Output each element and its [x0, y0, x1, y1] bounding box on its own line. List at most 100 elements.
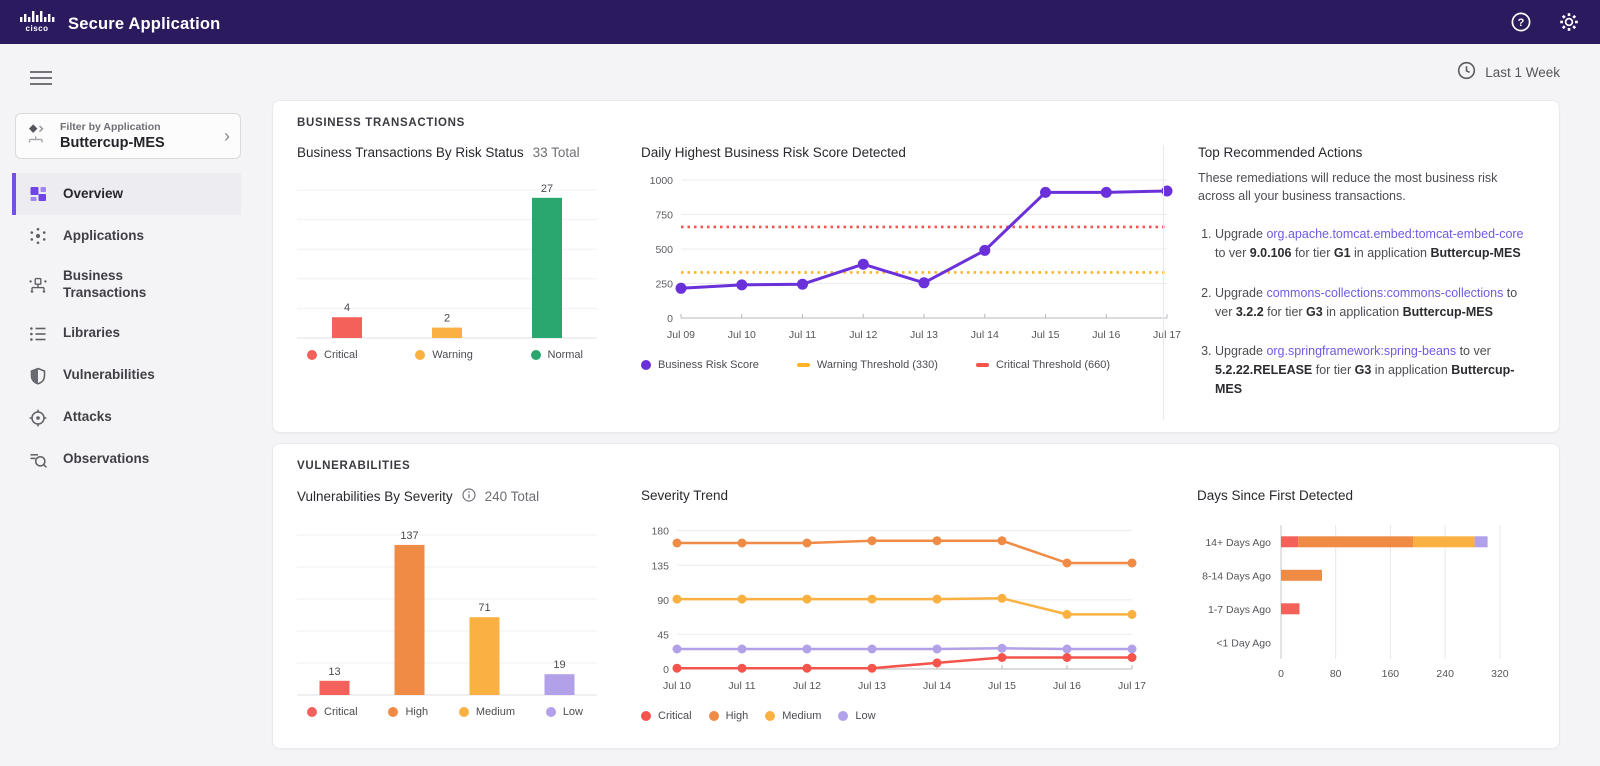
risk-score-line-chart: 02505007501000Jul 09Jul 10Jul 11Jul 12Ju…	[641, 172, 1149, 350]
svg-text:<1 Day Ago: <1 Day Ago	[1216, 637, 1271, 649]
point-business-risk-score[interactable]	[736, 279, 747, 290]
legend-item-business-risk-score[interactable]: Business Risk Score	[641, 359, 759, 371]
legend-item-warning[interactable]: Warning	[415, 349, 473, 361]
point-critical[interactable]	[933, 658, 942, 667]
legend-item-normal[interactable]: Normal	[531, 349, 583, 361]
legend-item-low[interactable]: Low	[838, 710, 875, 722]
legend-item-high[interactable]: High	[388, 706, 428, 718]
point-high[interactable]	[933, 536, 942, 545]
point-low[interactable]	[803, 644, 812, 653]
point-high[interactable]	[673, 538, 682, 547]
bar-warning[interactable]	[432, 328, 462, 338]
point-critical[interactable]	[738, 663, 747, 672]
application-filter[interactable]: Filter by Application Buttercup-MES ›	[15, 113, 241, 159]
sidebar-item-libraries[interactable]: Libraries	[12, 313, 241, 355]
svg-text:160: 160	[1382, 668, 1400, 680]
segment-critical[interactable]	[1281, 536, 1298, 547]
point-medium[interactable]	[1063, 609, 1072, 618]
target-icon	[28, 408, 48, 428]
svg-text:750: 750	[655, 210, 673, 222]
point-critical[interactable]	[868, 663, 877, 672]
point-critical[interactable]	[1063, 653, 1072, 662]
time-range-selector[interactable]: Last 1 Week	[272, 44, 1560, 100]
point-low[interactable]	[673, 644, 682, 653]
point-low[interactable]	[738, 644, 747, 653]
point-business-risk-score[interactable]	[1040, 187, 1051, 198]
point-medium[interactable]	[803, 594, 812, 603]
point-business-risk-score[interactable]	[979, 245, 990, 256]
point-high[interactable]	[868, 536, 877, 545]
bar-normal[interactable]	[532, 198, 562, 338]
segment-critical[interactable]	[1281, 603, 1300, 614]
segment-medium[interactable]	[1413, 536, 1475, 547]
library-link[interactable]: org.springframework:spring-beans	[1266, 344, 1456, 358]
point-critical[interactable]	[1128, 653, 1137, 662]
point-low[interactable]	[933, 644, 942, 653]
days_since_hbar: 08016024032014+ Days Ago8-14 Days Ago1-7…	[1197, 515, 1527, 685]
svg-text:71: 71	[478, 602, 490, 614]
legend-item-critical[interactable]: Critical	[307, 706, 358, 718]
point-business-risk-score[interactable]	[858, 259, 869, 270]
severity_trend_line: 04590135180Jul 10Jul 11Jul 12Jul 13Jul 1…	[641, 515, 1146, 701]
info-icon[interactable]	[462, 488, 476, 505]
point-high[interactable]	[738, 538, 747, 547]
point-medium[interactable]	[673, 594, 682, 603]
svg-text:0: 0	[1278, 668, 1284, 680]
point-medium[interactable]	[998, 593, 1007, 602]
settings-gear-icon[interactable]	[1556, 9, 1582, 35]
point-business-risk-score[interactable]	[919, 277, 930, 288]
legend-item-critical[interactable]: Critical	[641, 710, 692, 722]
help-icon[interactable]: ?	[1508, 9, 1534, 35]
point-high[interactable]	[1063, 558, 1072, 567]
point-critical[interactable]	[998, 653, 1007, 662]
library-link[interactable]: org.apache.tomcat.embed:tomcat-embed-cor…	[1266, 227, 1523, 241]
point-medium[interactable]	[1128, 609, 1137, 618]
svg-text:Jul 09: Jul 09	[667, 329, 695, 341]
bar-low[interactable]	[545, 674, 575, 695]
svg-text:0: 0	[667, 313, 673, 325]
libraries-list-icon	[28, 324, 48, 344]
legend-item-medium[interactable]: Medium	[765, 710, 821, 722]
bar-critical[interactable]	[320, 680, 350, 694]
library-link[interactable]: commons-collections:commons-collections	[1266, 286, 1503, 300]
section-title: BUSINESS TRANSACTIONS	[297, 117, 1535, 129]
sidebar-item-applications[interactable]: Applications	[12, 215, 241, 257]
legend-item-low[interactable]: Low	[546, 706, 583, 718]
point-low[interactable]	[868, 644, 877, 653]
point-medium[interactable]	[738, 594, 747, 603]
point-low[interactable]	[998, 643, 1007, 652]
bar-high[interactable]	[395, 544, 425, 694]
legend-item-warning-threshold-330-[interactable]: Warning Threshold (330)	[797, 359, 938, 371]
point-high[interactable]	[1128, 558, 1137, 567]
sidebar-item-business-transactions[interactable]: Business Transactions	[12, 257, 241, 313]
point-medium[interactable]	[868, 594, 877, 603]
point-low[interactable]	[1128, 644, 1137, 653]
bar-medium[interactable]	[470, 617, 500, 695]
point-high[interactable]	[803, 538, 812, 547]
bar-critical[interactable]	[332, 317, 362, 338]
svg-text:80: 80	[1330, 668, 1342, 680]
point-business-risk-score[interactable]	[676, 283, 687, 294]
legend-item-high[interactable]: High	[709, 710, 749, 722]
sidebar-item-attacks[interactable]: Attacks	[12, 397, 241, 439]
legend-item-critical-threshold-660-[interactable]: Critical Threshold (660)	[976, 359, 1110, 371]
sidebar-item-observations[interactable]: Observations	[12, 439, 241, 481]
filter-application-icon	[26, 122, 50, 151]
point-high[interactable]	[998, 536, 1007, 545]
legend-item-medium[interactable]: Medium	[459, 706, 515, 718]
point-critical[interactable]	[673, 663, 682, 672]
point-medium[interactable]	[933, 594, 942, 603]
point-business-risk-score[interactable]	[1101, 187, 1112, 198]
sidebar-item-overview[interactable]: Overview	[12, 173, 241, 215]
sidebar-item-vulnerabilities[interactable]: Vulnerabilities	[12, 355, 241, 397]
segment-high[interactable]	[1281, 569, 1322, 580]
menu-toggle-icon[interactable]	[30, 70, 52, 91]
point-critical[interactable]	[803, 663, 812, 672]
point-low[interactable]	[1063, 644, 1072, 653]
point-business-risk-score[interactable]	[797, 279, 808, 290]
section-title: VULNERABILITIES	[297, 460, 1535, 472]
segment-high[interactable]	[1298, 536, 1413, 547]
segment-low[interactable]	[1475, 536, 1488, 547]
risk_score_line: 02505007501000Jul 09Jul 10Jul 11Jul 12Ju…	[641, 172, 1181, 350]
legend-item-critical[interactable]: Critical	[307, 349, 358, 361]
